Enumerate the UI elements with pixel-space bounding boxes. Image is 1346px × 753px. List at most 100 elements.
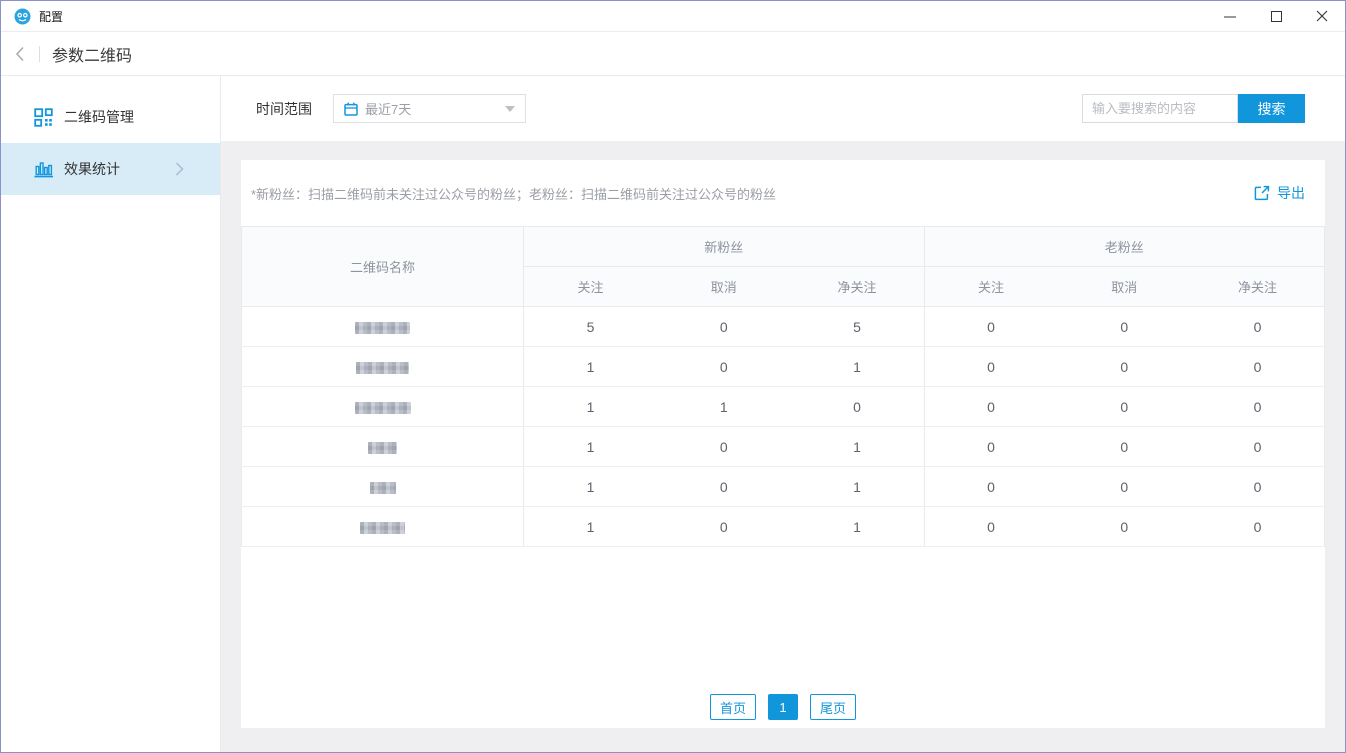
sidebar-item-effect-statistics[interactable]: 效果统计	[1, 143, 220, 195]
cell-new-net: 5	[791, 307, 925, 347]
table-row: 1 0 1 0 0 0	[242, 467, 1325, 507]
page-title: 参数二维码	[52, 42, 132, 66]
time-range-value: 最近7天	[365, 99, 411, 118]
qrcode-name-redacted	[368, 442, 397, 454]
cell-old-cancel: 0	[1058, 347, 1192, 387]
cell-old-net: 0	[1191, 467, 1325, 507]
minimize-button[interactable]	[1207, 1, 1253, 31]
cell-new-net: 1	[791, 507, 925, 547]
cell-old-cancel: 0	[1058, 427, 1192, 467]
cell-new-follow: 1	[524, 507, 658, 547]
qrcode-name-redacted	[355, 322, 410, 334]
card-spacer	[241, 547, 1325, 694]
cell-old-cancel: 0	[1058, 387, 1192, 427]
chevron-left-icon	[15, 46, 25, 62]
header-divider	[39, 46, 40, 62]
column-header-follow: 关注	[524, 267, 658, 307]
last-page-button[interactable]: 尾页	[810, 694, 856, 720]
column-header-qrcode-name: 二维码名称	[242, 227, 524, 307]
statistics-panel: *新粉丝：扫描二维码前未关注过公众号的粉丝；老粉丝：扫描二维码前关注过公众号的粉…	[241, 160, 1325, 728]
cell-old-net: 0	[1191, 347, 1325, 387]
column-header-cancel: 取消	[1058, 267, 1192, 307]
cell-old-net: 0	[1191, 427, 1325, 467]
window-title: 配置	[39, 8, 63, 25]
cell-old-follow: 0	[924, 467, 1058, 507]
cell-old-cancel: 0	[1058, 507, 1192, 547]
export-button[interactable]: 导出	[1254, 183, 1305, 203]
fans-definition-note: *新粉丝：扫描二维码前未关注过公众号的粉丝；老粉丝：扫描二维码前关注过公众号的粉…	[251, 184, 776, 203]
sidebar: 二维码管理 效果统计	[1, 76, 221, 752]
maximize-icon	[1271, 11, 1282, 22]
sidebar-item-qrcode-management[interactable]: 二维码管理	[1, 91, 220, 143]
window-controls	[1207, 1, 1345, 31]
export-icon	[1254, 185, 1270, 201]
group-header-new-fans: 新粉丝	[524, 227, 925, 267]
calendar-icon	[344, 102, 358, 116]
cell-new-follow: 5	[524, 307, 658, 347]
minimize-icon	[1224, 10, 1236, 22]
cell-old-follow: 0	[924, 307, 1058, 347]
qrcode-name-redacted	[360, 522, 405, 534]
sidebar-item-label: 二维码管理	[64, 107, 134, 127]
cell-new-cancel: 0	[657, 307, 791, 347]
note-row: *新粉丝：扫描二维码前未关注过公众号的粉丝；老粉丝：扫描二维码前关注过公众号的粉…	[241, 160, 1325, 226]
chevron-down-icon	[505, 106, 515, 112]
table-row: 1 0 1 0 0 0	[242, 507, 1325, 547]
column-header-cancel: 取消	[657, 267, 791, 307]
bar-chart-icon	[34, 160, 54, 178]
titlebar: 配置	[1, 1, 1345, 32]
cell-old-follow: 0	[924, 387, 1058, 427]
cell-old-follow: 0	[924, 507, 1058, 547]
cell-new-net: 1	[791, 467, 925, 507]
filter-toolbar: 时间范围 最近7天 搜索	[221, 76, 1345, 141]
qrcode-name-redacted	[370, 482, 396, 494]
cell-new-follow: 1	[524, 467, 658, 507]
time-range-select[interactable]: 最近7天	[333, 94, 526, 123]
qrcode-icon	[34, 108, 54, 127]
time-range-label: 时间范围	[256, 99, 312, 119]
cell-old-net: 0	[1191, 387, 1325, 427]
cell-old-follow: 0	[924, 427, 1058, 467]
table-row: 1 0 1 0 0 0	[242, 347, 1325, 387]
export-label: 导出	[1277, 183, 1305, 203]
group-header-old-fans: 老粉丝	[924, 227, 1325, 267]
main-content: 时间范围 最近7天 搜索	[221, 76, 1345, 752]
cell-new-follow: 1	[524, 387, 658, 427]
cell-old-net: 0	[1191, 507, 1325, 547]
qrcode-name-redacted	[355, 402, 411, 414]
cell-new-net: 1	[791, 427, 925, 467]
cell-old-net: 0	[1191, 307, 1325, 347]
maximize-button[interactable]	[1253, 1, 1299, 31]
app-window: 配置 参数二维码	[0, 0, 1346, 753]
sidebar-item-label: 效果统计	[64, 159, 120, 179]
search-input[interactable]	[1082, 94, 1238, 123]
app-logo-icon	[14, 8, 31, 25]
chevron-right-icon	[175, 162, 184, 176]
cell-new-net: 0	[791, 387, 925, 427]
column-header-net-follow: 净关注	[1191, 267, 1325, 307]
search-button[interactable]: 搜索	[1238, 94, 1305, 123]
close-icon	[1316, 10, 1328, 22]
table-row: 1 0 1 0 0 0	[242, 427, 1325, 467]
cell-old-cancel: 0	[1058, 467, 1192, 507]
cell-old-follow: 0	[924, 347, 1058, 387]
statistics-table: 二维码名称 新粉丝 老粉丝 关注 取消 净关注 关注 取消 净关注	[241, 226, 1325, 547]
cell-old-cancel: 0	[1058, 307, 1192, 347]
cell-new-net: 1	[791, 347, 925, 387]
close-button[interactable]	[1299, 1, 1345, 31]
column-header-follow: 关注	[924, 267, 1058, 307]
cell-new-cancel: 0	[657, 427, 791, 467]
table-row: 1 1 0 0 0 0	[242, 387, 1325, 427]
cell-new-follow: 1	[524, 347, 658, 387]
pagination: 首页 1 尾页	[241, 694, 1325, 728]
table-row: 5 0 5 0 0 0	[242, 307, 1325, 347]
cell-new-cancel: 0	[657, 507, 791, 547]
qrcode-name-redacted	[356, 362, 409, 374]
cell-new-cancel: 1	[657, 387, 791, 427]
cell-new-cancel: 0	[657, 467, 791, 507]
search-box: 搜索	[1082, 94, 1305, 123]
back-button[interactable]	[15, 46, 35, 62]
first-page-button[interactable]: 首页	[710, 694, 756, 720]
page-header: 参数二维码	[1, 32, 1345, 76]
page-1-button[interactable]: 1	[768, 694, 798, 720]
